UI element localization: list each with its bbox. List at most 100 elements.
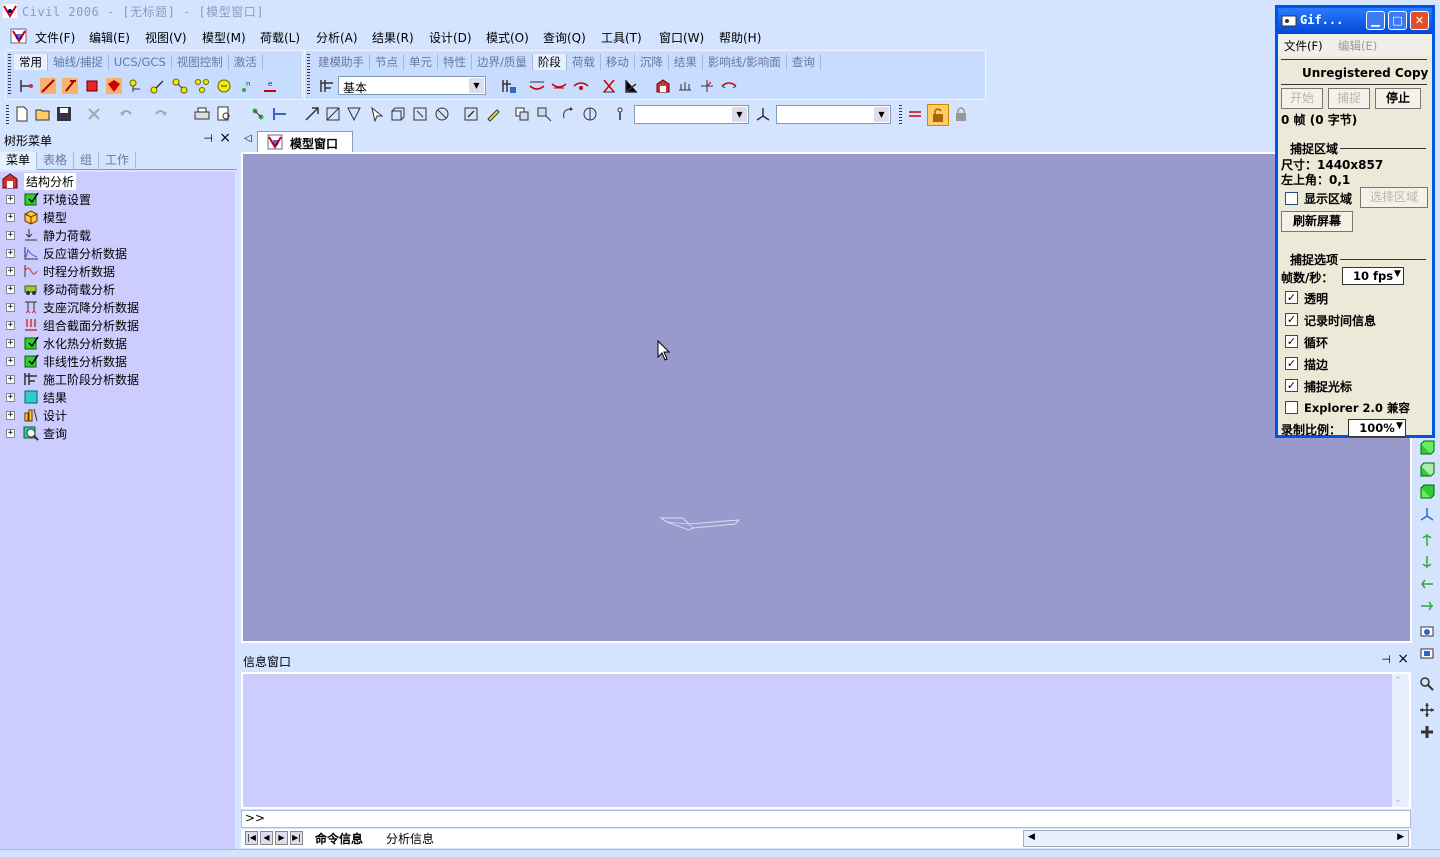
element-query-icon[interactable] — [150, 78, 166, 94]
tree-item-moving-load[interactable]: + 移动荷载分析 — [6, 280, 115, 298]
tab-command-info[interactable]: 命令信息 — [315, 830, 363, 847]
horizontal-scrollbar[interactable]: ◀ ▶ — [1023, 830, 1409, 847]
activate-icon[interactable] — [907, 106, 923, 122]
mirror-icon[interactable] — [582, 106, 598, 122]
view-front-icon[interactable] — [1419, 462, 1435, 478]
menu-mode[interactable]: 模式(O) — [486, 29, 529, 46]
menu-help[interactable]: 帮助(H) — [719, 29, 761, 46]
stop-button[interactable]: 停止 — [1375, 88, 1421, 109]
rotate-icon[interactable] — [560, 106, 576, 122]
tab-node[interactable]: 节点 — [370, 54, 404, 70]
solid-tool-icon[interactable] — [106, 78, 122, 94]
delete-icon[interactable] — [86, 106, 102, 122]
lock-button[interactable] — [927, 104, 949, 126]
stage-define-icon[interactable] — [501, 78, 517, 94]
support-icon[interactable] — [677, 78, 693, 94]
tree-item-design[interactable]: + 设计 — [6, 406, 67, 424]
copy-icon[interactable] — [514, 106, 530, 122]
scroll-right-icon[interactable]: ▶ — [1397, 832, 1404, 842]
tree-item-results[interactable]: + 结果 — [6, 388, 67, 406]
scroll-up-icon[interactable]: ⌃ — [1394, 676, 1402, 686]
expand-icon[interactable]: + — [6, 374, 15, 384]
tab-moving[interactable]: 移动 — [601, 54, 635, 70]
start-button[interactable]: 开始 — [1281, 88, 1323, 109]
menu-design[interactable]: 设计(D) — [429, 29, 472, 46]
chevron-down-icon[interactable]: ▼ — [469, 78, 484, 93]
chevron-down-icon[interactable]: ▼ — [874, 107, 889, 122]
highlight-icon[interactable] — [216, 78, 232, 94]
select-element-icon[interactable] — [272, 106, 288, 122]
redraw-icon[interactable] — [463, 106, 479, 122]
transparent-checkbox[interactable]: ✓ — [1285, 291, 1298, 304]
view-side-icon[interactable] — [1419, 484, 1435, 500]
tab-common[interactable]: 常用 — [14, 54, 48, 70]
box-select-icon[interactable] — [84, 78, 100, 94]
section-icon[interactable] — [655, 78, 671, 94]
last-tab-icon[interactable]: ▶| — [290, 831, 303, 845]
outline-checkbox[interactable]: ✓ — [1285, 357, 1298, 370]
select-all-icon[interactable] — [412, 106, 428, 122]
next-tab-icon[interactable]: ▶ — [275, 831, 288, 845]
tendon-loss-icon[interactable] — [573, 78, 589, 94]
expand-icon[interactable]: + — [6, 320, 15, 330]
element-tool-icon[interactable] — [40, 78, 56, 94]
expand-icon[interactable]: + — [6, 392, 15, 402]
tendon-prestress-icon[interactable] — [551, 78, 567, 94]
measure-icon[interactable] — [612, 106, 628, 122]
tab-table[interactable]: 表格 — [37, 152, 75, 170]
camber-icon[interactable] — [721, 78, 737, 94]
dynamic-view-icon[interactable] — [1419, 724, 1435, 740]
element-number-icon[interactable]: e — [262, 78, 278, 94]
tree-item-nonlinear[interactable]: + 非线性分析数据 — [6, 352, 127, 370]
unselect-icon[interactable] — [434, 106, 450, 122]
expand-icon[interactable]: + — [6, 410, 15, 420]
tree-item-heat[interactable]: + 水化热分析数据 — [6, 334, 127, 352]
prev-tab-icon[interactable]: ◀ — [260, 831, 273, 845]
tab-analysis-info[interactable]: 分析信息 — [386, 830, 434, 847]
chevron-down-icon[interactable]: ▼ — [1394, 269, 1401, 279]
tab-axis-snap[interactable]: 轴线/捕捉 — [48, 54, 109, 70]
expand-icon[interactable]: + — [6, 338, 15, 348]
menu-tools[interactable]: 工具(T) — [601, 29, 642, 46]
menu-window[interactable]: 窗口(W) — [659, 29, 704, 46]
gif-menu-file[interactable]: 文件(F) — [1284, 38, 1323, 54]
tree-root[interactable]: 结构分析 — [2, 172, 77, 190]
model-viewport[interactable] — [241, 152, 1412, 643]
menu-query[interactable]: 查询(Q) — [543, 29, 586, 46]
info-message-area[interactable]: ⌃ ⌄ — [241, 672, 1411, 809]
pin-icon[interactable]: ⊣ — [203, 132, 213, 145]
expand-icon[interactable]: + — [6, 194, 15, 204]
view-top-icon[interactable] — [1419, 440, 1435, 456]
open-file-icon[interactable] — [35, 106, 51, 122]
capture-cursor-checkbox[interactable]: ✓ — [1285, 379, 1298, 392]
rotate-right-icon[interactable] — [1419, 554, 1435, 570]
menu-results[interactable]: 结果(R) — [372, 29, 414, 46]
scroll-down-icon[interactable]: ⌄ — [1394, 795, 1402, 805]
volume-select-icon[interactable] — [390, 106, 406, 122]
tab-stage[interactable]: 阶段 — [532, 54, 567, 70]
menu-file[interactable]: 文件(F) — [35, 29, 75, 46]
tab-query[interactable]: 查询 — [787, 54, 821, 70]
tab-menu[interactable]: 菜单 — [0, 152, 38, 170]
expand-icon[interactable]: + — [6, 212, 15, 222]
print-icon[interactable] — [194, 106, 210, 122]
close-button[interactable]: ✕ — [1410, 11, 1429, 30]
expand-icon[interactable]: + — [6, 428, 15, 438]
tab-model-window[interactable]: 模型窗口 — [257, 131, 353, 152]
chevron-down-icon[interactable]: ▼ — [1396, 421, 1403, 431]
menu-view[interactable]: 视图(V) — [145, 29, 187, 46]
tab-work[interactable]: 工作 — [99, 152, 137, 170]
tab-results[interactable]: 结果 — [669, 54, 703, 70]
info-scrollbar[interactable]: ⌃ ⌄ — [1392, 674, 1409, 807]
time-load-icon[interactable] — [601, 78, 617, 94]
gif-menu-edit[interactable]: 编辑(E) — [1338, 38, 1377, 54]
new-file-icon[interactable] — [14, 106, 30, 122]
plane-select-icon[interactable] — [346, 106, 362, 122]
move-icon[interactable] — [536, 106, 552, 122]
bridge-model-wireframe[interactable] — [653, 512, 749, 536]
tab-property[interactable]: 特性 — [438, 54, 472, 70]
tree-item-query[interactable]: + 查询 — [6, 424, 67, 442]
lock-icon[interactable] — [953, 106, 969, 122]
expand-icon[interactable]: + — [6, 302, 15, 312]
scroll-left-icon[interactable]: ◀ — [1028, 832, 1035, 842]
